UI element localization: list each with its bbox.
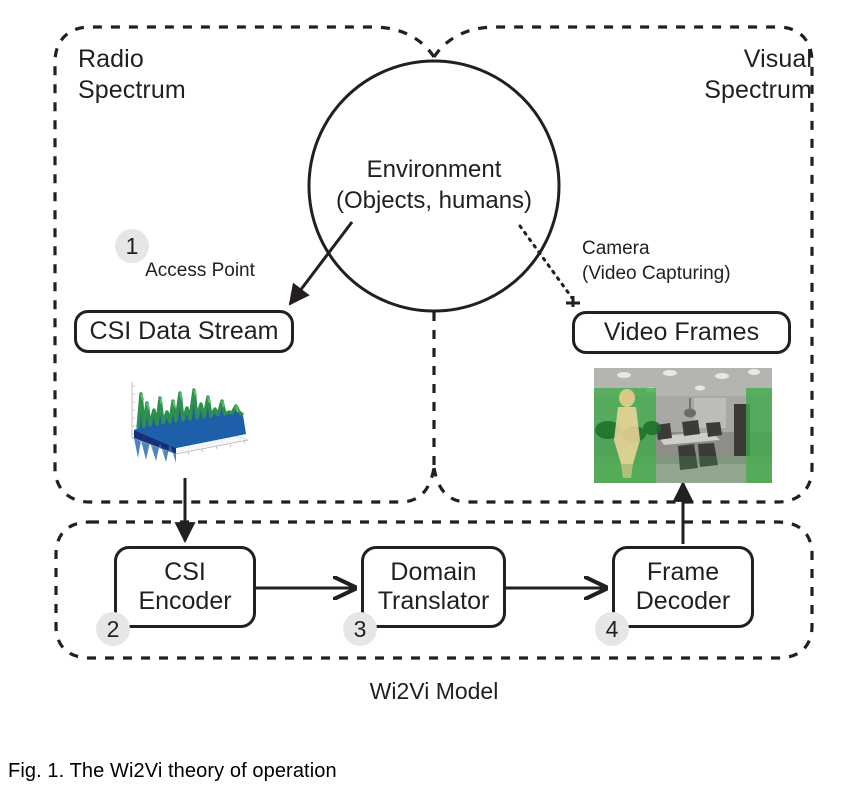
csi-3d-surface-plot-thumbnail bbox=[110, 368, 260, 478]
wi2vi-model-label: Wi2Vi Model bbox=[369, 678, 499, 704]
wi2vi-theory-of-operation-figure: Radio Spectrum Visual Spectrum Environme… bbox=[0, 0, 848, 804]
step-badge-2: 2 bbox=[96, 612, 130, 646]
environment-node-label: Environment (Objects, humans) bbox=[335, 156, 533, 214]
office-room-video-frame-thumbnail bbox=[594, 368, 772, 483]
camera-annotation: Camera (Video Capturing) bbox=[582, 238, 731, 284]
video-frames-box[interactable]: Video Frames bbox=[572, 311, 791, 354]
radio-spectrum-label: Radio Spectrum bbox=[78, 45, 186, 104]
step-badge-3: 3 bbox=[343, 612, 377, 646]
frame-decoder-box[interactable]: Frame Decoder bbox=[612, 546, 754, 628]
step-badge-4: 4 bbox=[595, 612, 629, 646]
csi-encoder-box[interactable]: CSI Encoder bbox=[114, 546, 256, 628]
csi-data-stream-box[interactable]: CSI Data Stream bbox=[74, 310, 294, 353]
visual-spectrum-label: Visual Spectrum bbox=[704, 45, 812, 104]
domain-translator-box[interactable]: Domain Translator bbox=[361, 546, 506, 628]
arrow-environment-to-video bbox=[518, 224, 577, 304]
arrow-environment-to-csi bbox=[288, 221, 354, 306]
figure-caption: Fig. 1. The Wi2Vi theory of operation bbox=[8, 760, 337, 782]
arrow-environment-to-video-head bbox=[566, 296, 580, 307]
step-badge-1: 1 bbox=[115, 229, 149, 263]
